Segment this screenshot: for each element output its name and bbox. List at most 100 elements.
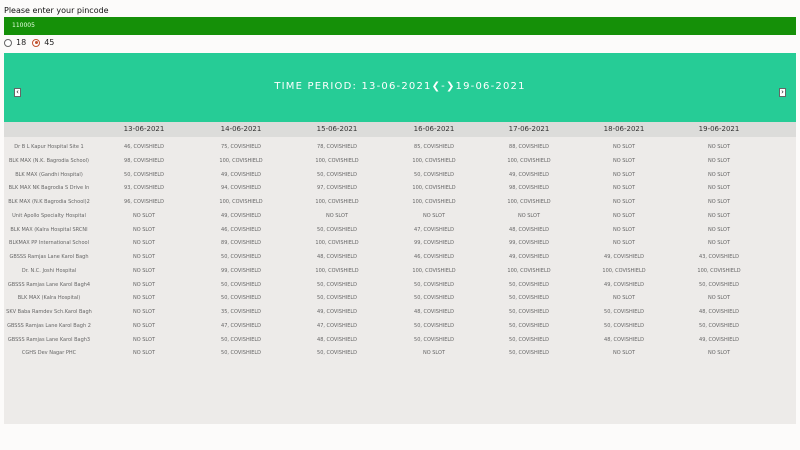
table-row: GBSSS Ramjas Lane Karol Bagh NO SLOT 50, C… (4, 254, 796, 266)
slot-cell: NO SLOT (325, 212, 349, 219)
table-row: GBSSS Ramjas Lane Karol Bagh4 NO SLOT 50, … (4, 282, 796, 294)
slot-cell: NO SLOT (517, 212, 541, 219)
center-name: Dr B L Kapur Hospital Site 1 (14, 144, 84, 150)
slot-cell: 50, COVISHIELD (509, 295, 549, 302)
slot-cell: 98, COVISHIELD (124, 157, 164, 164)
slot-cell: 48, COVISHIELD (604, 336, 644, 343)
table-row: BLK MAX (Kalra Hospital) NO SLOT 50, COVIS… (4, 295, 796, 307)
slot-cell: 98, COVISHIELD (509, 185, 549, 192)
slot-cell: 50, COVISHIELD (221, 350, 261, 357)
slot-cell: NO SLOT (707, 350, 731, 357)
slot-cell: 50, COVISHIELD (509, 350, 549, 357)
slot-cell: 46, COVISHIELD (414, 254, 454, 260)
date-header: 17-06-2021 (508, 125, 550, 133)
slot-cell: 100, COVISHIELD (315, 240, 359, 247)
slot-cell: 46, COVISHIELD (124, 144, 164, 150)
slot-cell: NO SLOT (612, 144, 636, 150)
slot-cell: NO SLOT (132, 322, 156, 329)
slot-cell: 100, COVISHIELD (697, 267, 741, 274)
right-arrow-icon[interactable]: › (779, 88, 786, 97)
slot-cell: 50, COVISHIELD (317, 226, 357, 233)
slot-cell: NO SLOT (132, 350, 156, 357)
slot-cell: NO SLOT (422, 212, 446, 219)
slot-cell: 47, COVISHIELD (221, 322, 261, 329)
slot-cell: 49, COVISHIELD (221, 212, 261, 219)
slot-cell: 48, COVISHIELD (317, 254, 357, 260)
table-row: BLK MAX NK Bagrodia S Drive In 93, COVISH… (4, 185, 796, 197)
date-header: 13-06-2021 (123, 125, 165, 133)
slot-cell: 50, COVISHIELD (317, 350, 357, 357)
table-row: BLK MAX (N.K Bagrodia School)2 96, COVISH… (4, 199, 796, 211)
slot-cell: NO SLOT (707, 185, 731, 192)
slot-cell: 100, COVISHIELD (219, 199, 263, 205)
date-header: 14-06-2021 (220, 125, 262, 133)
slot-cell: 50, COVISHIELD (221, 336, 261, 343)
age-45-radio[interactable] (32, 38, 41, 47)
age-18-radio[interactable] (4, 38, 12, 47)
slot-cell: NO SLOT (132, 336, 156, 343)
slot-cell: 100, COVISHIELD (412, 185, 456, 192)
slot-cell: 99, COVISHIELD (414, 240, 454, 247)
slot-cell: 100, COVISHIELD (315, 157, 359, 164)
slot-cell: 50, COVISHIELD (317, 295, 357, 302)
slot-cell: 47, COVISHIELD (317, 322, 357, 329)
time-period-title: TIME PERIOD: 13-06-2021❮-❯19-06-2021 (274, 81, 526, 92)
center-name: GBSSS Ramjas Lane Karol Bagh 2 (7, 322, 91, 329)
table-row: BLK MAX (Kalra Hospital SRCNI NO SLOT 46, … (4, 227, 796, 239)
slot-cell: NO SLOT (132, 281, 156, 288)
slot-cell: 50, COVISHIELD (509, 336, 549, 343)
slot-cell: NO SLOT (707, 157, 731, 164)
slot-cell: NO SLOT (612, 171, 636, 178)
date-header: 15-06-2021 (316, 125, 358, 133)
slot-cell: NO SLOT (707, 295, 731, 302)
slot-cell: 47, COVISHIELD (414, 226, 454, 233)
slot-cell: NO SLOT (422, 350, 446, 357)
slot-cell: 49, COVISHIELD (699, 336, 739, 343)
center-name: BLKMAX PP International School (9, 240, 89, 247)
slot-cell: 50, COVISHIELD (317, 171, 357, 178)
slot-cell: NO SLOT (132, 212, 156, 219)
slot-cell: 94, COVISHIELD (221, 185, 261, 192)
age-filter: 18 45 (4, 38, 60, 47)
slot-cell: NO SLOT (707, 212, 731, 219)
slot-cell: NO SLOT (707, 199, 731, 205)
slot-cell: 50, COVISHIELD (509, 309, 549, 315)
slot-cell: NO SLOT (612, 350, 636, 357)
center-name: CGHS Dev Nagar PHC (21, 350, 77, 357)
slot-cell: 89, COVISHIELD (221, 240, 261, 247)
pincode-input[interactable]: 110005 (4, 17, 796, 35)
slot-cell: 88, COVISHIELD (509, 144, 549, 150)
slot-cell: 50, COVISHIELD (414, 281, 454, 288)
slot-cell: NO SLOT (612, 199, 636, 205)
slot-cell: NO SLOT (707, 171, 731, 178)
center-name: BLK MAX (Gandhi Hospital) (15, 171, 83, 178)
slot-cell: 50, COVISHIELD (509, 322, 549, 329)
slot-cell: 99, COVISHIELD (509, 240, 549, 247)
slot-cell: NO SLOT (707, 226, 731, 233)
slot-cell: 49, COVISHIELD (604, 281, 644, 288)
table-row: BLK MAX (Gandhi Hospital) 50, COVISHIELD 4… (4, 172, 796, 184)
slot-cell: 49, COVISHIELD (317, 309, 357, 315)
slot-cell: 48, COVISHIELD (699, 309, 739, 315)
table-row: BLK MAX (N.K. Bagrodia School) 98, COVISH… (4, 158, 796, 170)
pincode-label: Please enter your pincode (4, 6, 109, 15)
slot-cell: 50, COVISHIELD (699, 322, 739, 329)
slot-cell: 48, COVISHIELD (414, 309, 454, 315)
slot-cell: 50, COVISHIELD (317, 281, 357, 288)
slot-cell: 100, COVISHIELD (507, 267, 551, 274)
slot-cell: 43, COVISHIELD (699, 254, 739, 260)
slot-cell: NO SLOT (612, 212, 636, 219)
slot-cell: NO SLOT (612, 157, 636, 164)
date-header: 19-06-2021 (698, 125, 740, 133)
slot-cell: 35, COVISHIELD (221, 309, 261, 315)
slot-cell: 100, COVISHIELD (315, 267, 359, 274)
slots-table: 13-06-2021 14-06-2021 15-06-2021 16-06-2021… (4, 122, 796, 424)
slot-cell: 100, COVISHIELD (412, 157, 456, 164)
slot-cell: 50, COVISHIELD (414, 322, 454, 329)
slot-cell: NO SLOT (707, 144, 731, 150)
slot-cell: 50, COVISHIELD (509, 281, 549, 288)
age-45-label: 45 (44, 38, 55, 47)
center-name: GBSSS Ramjas Lane Karol Bagh4 (7, 281, 91, 288)
slot-cell: 50, COVISHIELD (604, 322, 644, 329)
table-row: Unit Apollo Specialty Hospital NO SLOT 49,… (4, 213, 796, 225)
